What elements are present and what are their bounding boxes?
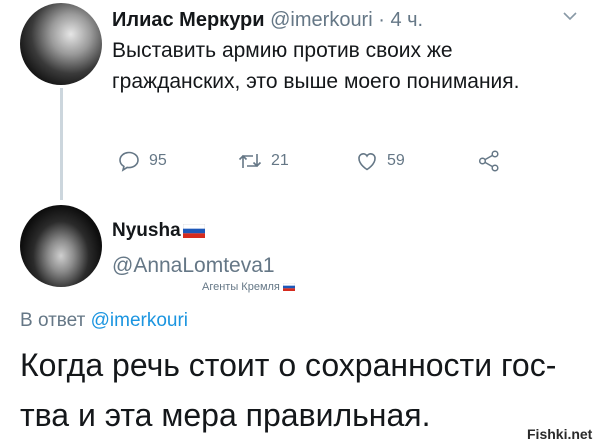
like-button[interactable]: 59: [355, 148, 405, 174]
tweet1-text: Выставить армию против своих же гражданс…: [112, 39, 520, 93]
tweet1-header: Илиас Меркури @imerkouri · 4 ч.: [112, 8, 423, 32]
reply-prefix: В ответ: [20, 310, 91, 331]
like-icon: [358, 153, 376, 171]
retweet-count: 21: [271, 152, 289, 169]
tweet2-author-name-row: Nyusha: [112, 220, 205, 242]
retweet-icon: [238, 154, 262, 168]
reply-icon: [119, 151, 139, 172]
tweet1-separator: ·: [372, 9, 391, 31]
share-button[interactable]: [477, 148, 501, 174]
author-avatar-annalomteva1[interactable]: [20, 205, 102, 287]
tweet2-author-name[interactable]: Nyusha: [112, 220, 181, 242]
russian-flag-icon: [282, 283, 295, 291]
retweet-button[interactable]: 21: [237, 148, 289, 174]
chevron-down-icon[interactable]: [562, 8, 578, 24]
reply-count: 95: [149, 152, 167, 169]
thread-connector-line: [60, 88, 63, 200]
tweet1-author-handle[interactable]: @imerkouri: [270, 9, 373, 31]
share-icon: [478, 150, 499, 172]
author-avatar-imerkouri[interactable]: [20, 3, 102, 85]
watermark: Fishki.net: [527, 426, 593, 442]
tweet1-author-name[interactable]: Илиас Меркури: [112, 9, 265, 31]
profile-badge: Агенты Кремля: [202, 281, 295, 293]
reply-to-handle-link[interactable]: @imerkouri: [91, 310, 188, 331]
russian-flag-icon: [182, 224, 205, 238]
tweet2-author-handle[interactable]: @AnnaLomteva1: [112, 254, 275, 278]
profile-badge-text: Агенты Кремля: [202, 281, 280, 293]
like-count: 59: [387, 152, 405, 169]
reply-context: В ответ @imerkouri: [20, 310, 188, 332]
tweet1-timestamp[interactable]: 4 ч.: [390, 9, 423, 31]
reply-button[interactable]: 95: [117, 148, 167, 174]
tweet2-text: Когда речь стоит о сохранности гос-тва и…: [20, 347, 557, 433]
